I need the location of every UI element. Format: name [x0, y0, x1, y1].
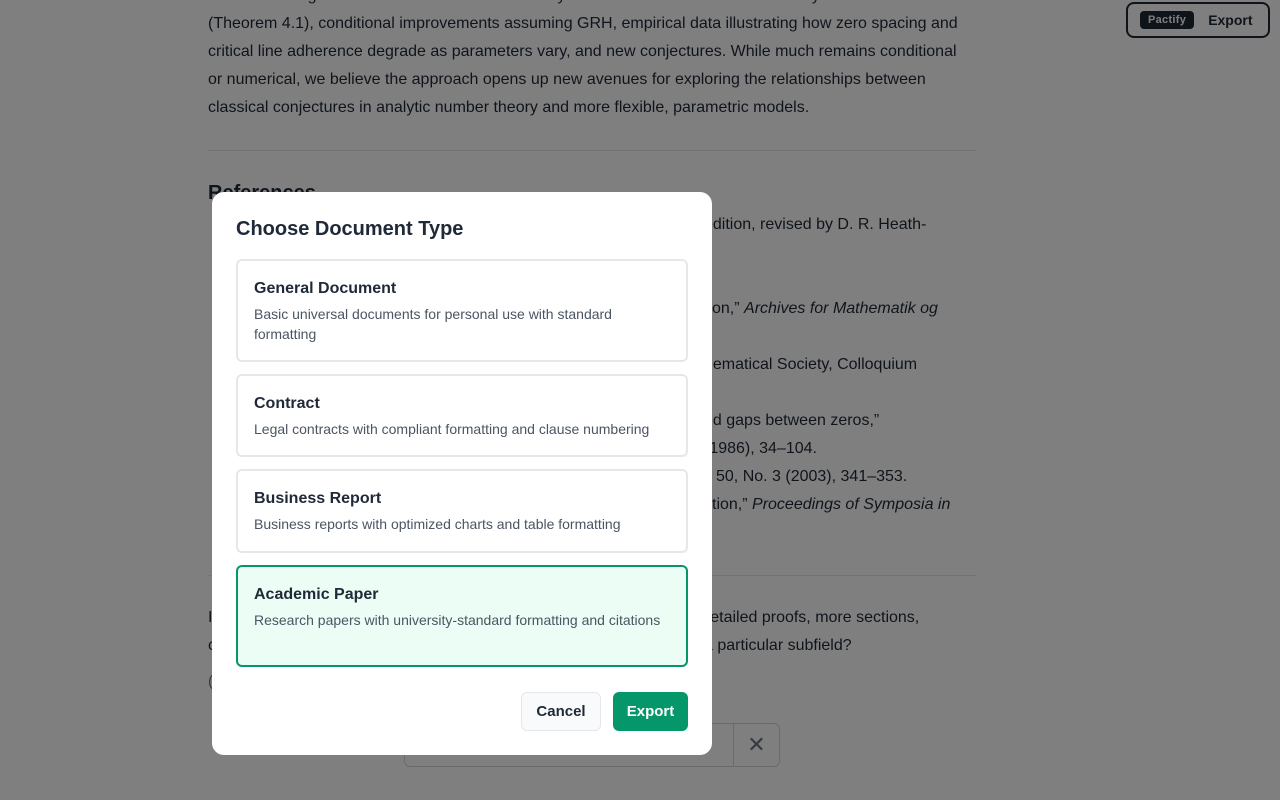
- option-general-document[interactable]: General Document Basic universal documen…: [236, 259, 688, 362]
- option-description: Legal contracts with compliant formattin…: [254, 421, 650, 437]
- option-business-report[interactable]: Business Report Business reports with op…: [236, 469, 688, 553]
- option-description: Business reports with optimized charts a…: [254, 516, 621, 532]
- export-button[interactable]: Export: [613, 692, 688, 731]
- option-title: Academic Paper: [254, 586, 379, 603]
- option-description: Basic universal documents for personal u…: [254, 306, 612, 342]
- option-title: General Document: [254, 280, 397, 297]
- option-title: Business Report: [254, 490, 382, 507]
- dialog-title: Choose Document Type: [236, 218, 464, 240]
- option-academic-paper[interactable]: Academic Paper Research papers with univ…: [236, 565, 688, 667]
- document-type-dialog: Choose Document Type General Document Ba…: [212, 192, 712, 755]
- cancel-button[interactable]: Cancel: [521, 692, 601, 731]
- option-contract[interactable]: Contract Legal contracts with compliant …: [236, 374, 688, 457]
- option-description: Research papers with university-standard…: [254, 612, 661, 628]
- option-title: Contract: [254, 395, 320, 412]
